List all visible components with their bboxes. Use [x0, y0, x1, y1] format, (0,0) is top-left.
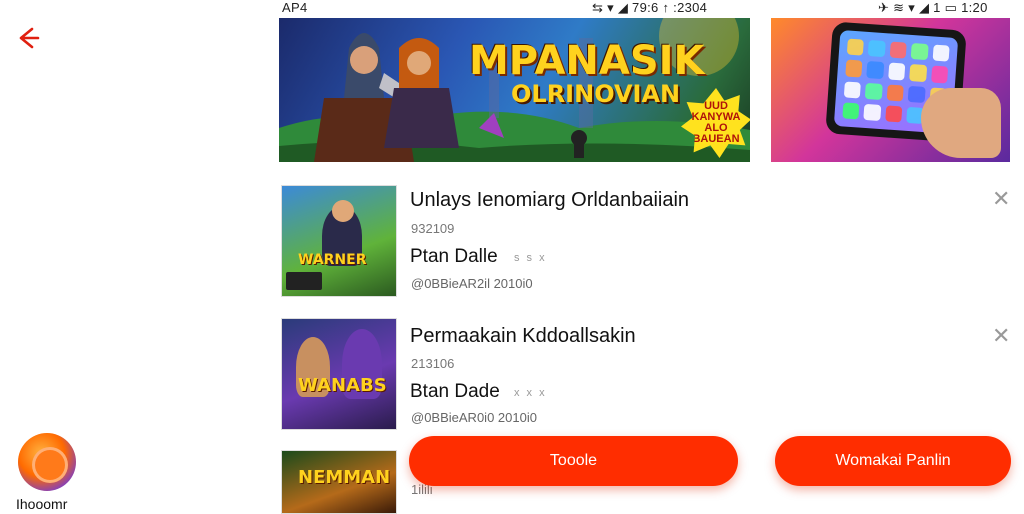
app-icon-emblem: [32, 447, 68, 483]
game-thumbnail[interactable]: NEMMAN: [281, 450, 397, 514]
back-arrow-icon[interactable]: [14, 24, 42, 52]
side-promo-banner[interactable]: [771, 18, 1010, 162]
close-icon[interactable]: ✕: [992, 188, 1010, 210]
app-icon[interactable]: [18, 433, 76, 491]
thumbnail-bar: [286, 272, 322, 290]
rating-stars: s s x: [514, 252, 547, 264]
app-meta: @0BBieAR0i0 2010i0: [411, 410, 537, 425]
banner-title: MPANASIK: [469, 38, 705, 84]
rating-stars: x x x: [514, 387, 547, 399]
app-title[interactable]: Permaakain Kddoallsakin: [410, 325, 636, 348]
banner-subtitle: OLRINOVIAN: [511, 80, 681, 108]
app-icon-label: Ihooomr: [16, 496, 68, 512]
app-publisher: Ptan Dalle: [410, 246, 498, 267]
thumbnail-title: WARNER: [298, 252, 367, 268]
thumbnail-title: WANABS: [298, 375, 387, 396]
app-meta: @0BBieAR2il 2010i0: [411, 276, 533, 291]
secondary-action-button[interactable]: Womakai Panlin: [775, 436, 1011, 486]
app-number: 213106: [411, 356, 455, 371]
game-thumbnail[interactable]: WANABS: [281, 318, 397, 430]
thumbnail-title: NEMMAN: [298, 467, 391, 488]
close-icon[interactable]: ✕: [992, 325, 1010, 347]
hand-image: [921, 88, 1001, 158]
game-thumbnail[interactable]: WARNER: [281, 185, 397, 297]
app-title[interactable]: Unlays Ienomiarg Orldanbaiiain: [410, 189, 689, 212]
promo-banner[interactable]: MPANASIK OLRINOVIAN UUD KANYWA ALO BAUEA…: [279, 18, 750, 162]
status-bar-carrier: AP4: [282, 0, 308, 15]
promo-badge-line: BAUEAN: [692, 133, 740, 145]
app-publisher: Btan Dade: [410, 381, 500, 402]
primary-action-button[interactable]: Tooole: [409, 436, 738, 486]
status-bar-middle: ⇆ ▾ ◢ 79:6 ↑ :2304: [592, 0, 708, 15]
status-bar-right: ✈ ≋ ▾ ◢ 1 ▭ 1:20: [878, 0, 988, 15]
app-number: 932109: [411, 221, 455, 236]
